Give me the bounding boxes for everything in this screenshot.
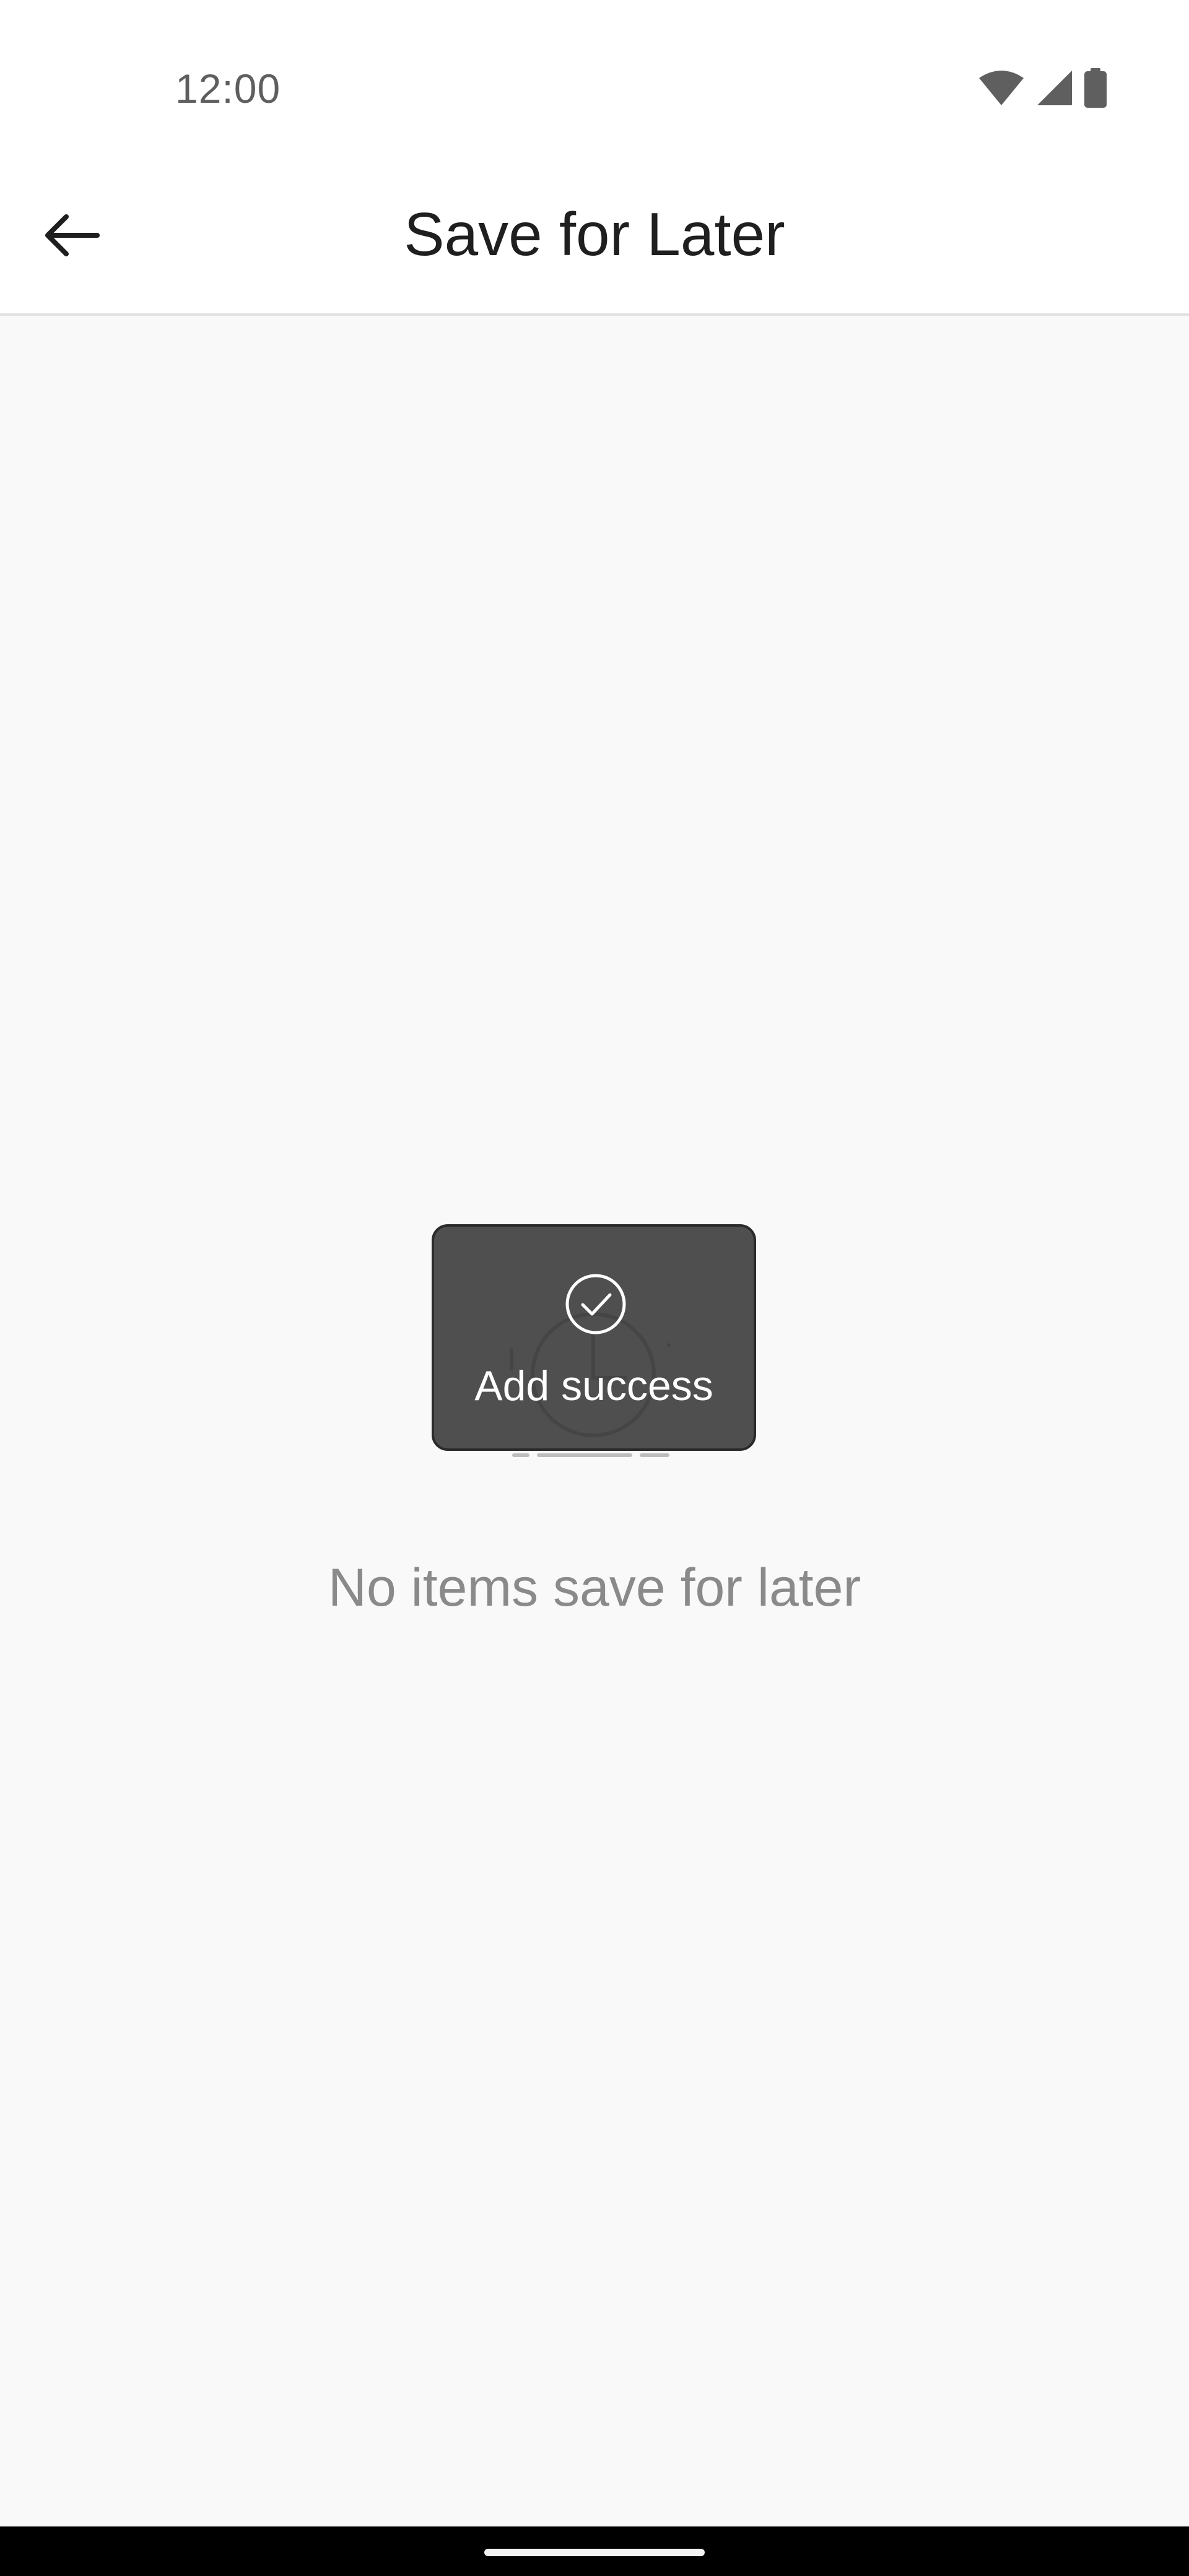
cellular-signal-icon [1037, 71, 1072, 105]
screen: 12:00 Save for Later No items save for l… [0, 0, 1189, 2576]
toast: Add success [432, 1224, 756, 1451]
app-bar: Save for Later [0, 161, 1189, 316]
toast-message: Add success [474, 1362, 713, 1409]
check-circle-icon [565, 1274, 626, 1334]
page-title: Save for Later [404, 200, 785, 268]
status-bar: 12:00 [0, 0, 1189, 161]
empty-state-message: No items save for later [328, 1558, 861, 1617]
status-time: 12:00 [175, 66, 281, 111]
wifi-icon [979, 71, 1024, 105]
battery-icon [1084, 68, 1107, 108]
navigation-bar [0, 2526, 1189, 2576]
home-gesture-handle[interactable] [484, 2549, 705, 2556]
status-icons [978, 68, 1107, 108]
